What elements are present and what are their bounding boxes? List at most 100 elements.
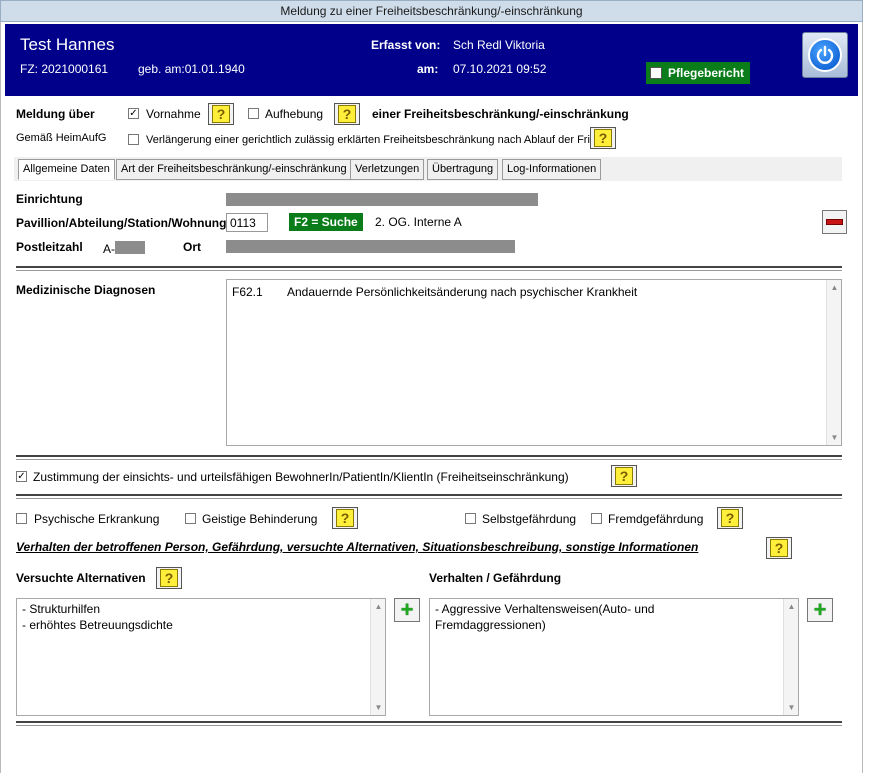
separator: [16, 266, 842, 271]
f2-search-button[interactable]: F2 = Suche: [289, 213, 363, 231]
gefaehrdung-textarea[interactable]: - Aggressive Verhaltensweisen(Auto- und …: [429, 598, 799, 716]
window-title: Meldung zu einer Freiheitsbeschränkung/-…: [280, 4, 583, 18]
alternativen-item: - Strukturhilfen: [22, 602, 101, 616]
scroll-up-icon[interactable]: ▲: [371, 599, 386, 614]
gefaehrdung-line2: Fremdaggressionen): [435, 618, 546, 632]
pflegebericht-checkbox[interactable]: [650, 67, 662, 79]
alternativen-scrollbar[interactable]: ▲ ▼: [370, 599, 385, 715]
pflegebericht-toggle[interactable]: Pflegebericht: [646, 62, 750, 84]
gefaehrdung-scrollbar[interactable]: ▲ ▼: [783, 599, 798, 715]
pavillon-input[interactable]: 0113: [226, 213, 268, 232]
zustimmung-checkbox[interactable]: ✓: [16, 471, 27, 482]
diagnose-code: F62.1: [232, 285, 263, 299]
scroll-down-icon[interactable]: ▼: [827, 430, 842, 445]
alternativen-textarea[interactable]: - Strukturhilfen - erhöhtes Betreuungsdi…: [16, 598, 386, 716]
tab-art-der-freiheitsbeschraenkung[interactable]: Art der Freiheitsbeschränkung/-einschrän…: [116, 159, 352, 180]
remove-station-button[interactable]: [822, 210, 847, 234]
plus-icon: +: [813, 597, 827, 622]
verhalten-heading: Verhalten der betroffenen Person, Gefähr…: [16, 540, 699, 554]
conditions-help-button[interactable]: ?: [332, 507, 358, 529]
vornahme-help-button[interactable]: ?: [208, 103, 234, 125]
alternativen-label: Versuchte Alternativen: [16, 571, 146, 585]
help-icon: ?: [338, 105, 356, 123]
patient-header: Test Hannes FZ: 2021000161 geb. am:01.01…: [5, 24, 858, 96]
alternativen-item: - erhöhtes Betreuungsdichte: [22, 618, 173, 632]
plus-icon: +: [400, 597, 414, 622]
plz-label: Postleitzahl: [16, 240, 83, 254]
window-frame-left: [0, 22, 1, 773]
help-icon: ?: [160, 569, 178, 587]
vornahme-checkbox[interactable]: ✓: [128, 108, 139, 119]
fremd-label: Fremdgefährdung: [608, 512, 704, 526]
gefaehrdung-line1: - Aggressive Verhaltensweisen(Auto- und: [435, 602, 655, 616]
separator: [16, 455, 842, 460]
diagnosen-scrollbar[interactable]: ▲ ▼: [826, 280, 841, 445]
tab-allgemeine-daten[interactable]: Allgemeine Daten: [18, 159, 115, 180]
geistig-label: Geistige Behinderung: [202, 512, 318, 526]
help-icon: ?: [336, 509, 354, 527]
plz-prefix: A-: [103, 242, 115, 256]
aufhebung-label: Aufhebung: [265, 107, 324, 121]
help-icon: ?: [721, 509, 739, 527]
scroll-up-icon[interactable]: ▲: [827, 280, 842, 295]
tab-verletzungen[interactable]: Verletzungen: [350, 159, 425, 180]
help-icon: ?: [615, 467, 633, 485]
ort-value-redacted: [226, 240, 515, 253]
selbst-label: Selbstgefährdung: [482, 512, 577, 526]
pflegebericht-label: Pflegebericht: [668, 66, 745, 80]
scroll-down-icon[interactable]: ▼: [784, 700, 799, 715]
power-icon: [808, 38, 842, 72]
gefaehrdung-label: Verhalten / Gefährdung: [429, 571, 562, 585]
verlaengerung-label: Verlängerung einer gerichtlich zulässig …: [146, 134, 599, 146]
fremd-checkbox[interactable]: [591, 513, 602, 524]
ort-label: Ort: [183, 240, 201, 254]
window-frame-right: [862, 22, 863, 773]
erfasst-value: Sch Redl Viktoria: [453, 38, 545, 52]
help-icon: ?: [594, 129, 612, 147]
psychisch-checkbox[interactable]: [16, 513, 27, 524]
patient-name: Test Hannes: [20, 35, 115, 54]
verlaengerung-checkbox[interactable]: [128, 134, 139, 145]
aufhebung-checkbox[interactable]: [248, 108, 259, 119]
am-label: am:: [417, 62, 439, 76]
help-icon: ?: [212, 105, 230, 123]
meldung-label: Meldung über: [16, 107, 95, 121]
geistig-checkbox[interactable]: [185, 513, 196, 524]
zustimmung-help-button[interactable]: ?: [611, 465, 637, 487]
alternativen-help-button[interactable]: ?: [156, 567, 182, 589]
scroll-down-icon[interactable]: ▼: [371, 700, 386, 715]
help-icon: ?: [770, 539, 788, 557]
separator: [16, 721, 842, 726]
pavillon-label: Pavillion/Abteilung/Station/Wohnung: [16, 216, 227, 230]
erfasst-label: Erfasst von:: [371, 38, 441, 52]
am-value: 07.10.2021 09:52: [453, 62, 547, 76]
diagnosen-label: Medizinische Diagnosen: [16, 283, 156, 297]
selbst-checkbox[interactable]: [465, 513, 476, 524]
add-alternative-button[interactable]: +: [394, 598, 420, 622]
scroll-up-icon[interactable]: ▲: [784, 599, 799, 614]
meldung-suffix: einer Freiheitsbeschränkung/-einschränku…: [372, 107, 629, 121]
aufhebung-help-button[interactable]: ?: [334, 103, 360, 125]
station-text: 2. OG. Interne A: [375, 215, 462, 229]
psychisch-label: Psychische Erkrankung: [34, 512, 160, 526]
add-gefaehrdung-button[interactable]: +: [807, 598, 833, 622]
tab-log-informationen[interactable]: Log-Informationen: [502, 159, 602, 180]
einrichtung-value-redacted: [226, 193, 538, 206]
verhalten-help-button[interactable]: ?: [766, 537, 792, 559]
gemaess-label: Gemäß HeimAufG: [16, 132, 107, 144]
einrichtung-label: Einrichtung: [16, 192, 83, 206]
patient-fz: FZ: 2021000161: [20, 62, 109, 76]
tab-uebertragung[interactable]: Übertragung: [427, 159, 499, 180]
separator: [16, 494, 842, 499]
window-title-bar: Meldung zu einer Freiheitsbeschränkung/-…: [0, 0, 863, 22]
diagnose-text: Andauernde Persönlichkeitsänderung nach …: [287, 285, 638, 299]
patient-birthdate: geb. am:01.01.1940: [138, 62, 245, 76]
power-button[interactable]: [802, 32, 848, 78]
gefaehrdung-help-button[interactable]: ?: [717, 507, 743, 529]
minus-icon: [826, 219, 843, 225]
vornahme-label: Vornahme: [146, 107, 201, 121]
zustimmung-label: Zustimmung der einsichts- und urteilsfäh…: [33, 470, 569, 484]
verlaengerung-help-button[interactable]: ?: [590, 127, 616, 149]
diagnosen-textarea[interactable]: F62.1 Andauernde Persönlichkeitsänderung…: [226, 279, 842, 446]
plz-value-redacted: [115, 241, 145, 254]
